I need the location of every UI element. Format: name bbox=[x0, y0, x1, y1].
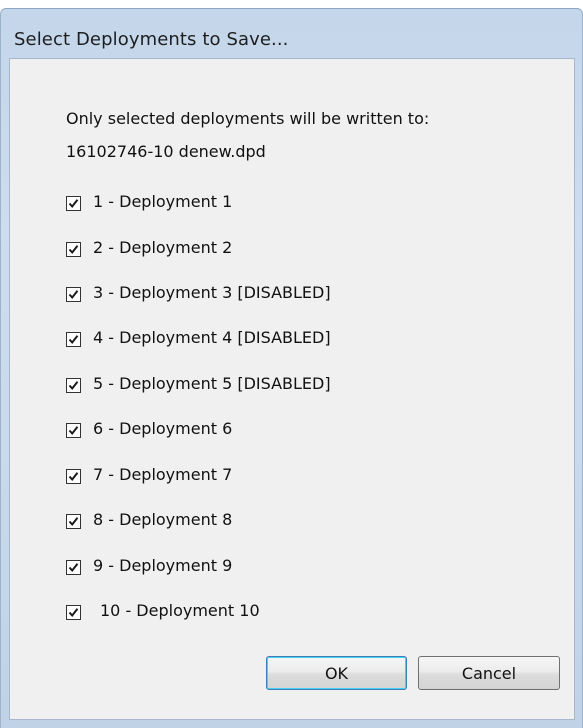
file-name-label: 16102746-10 denew.dpd bbox=[66, 142, 266, 161]
deployment-option-7[interactable]: 7 - Deployment 7 bbox=[66, 465, 466, 490]
checkbox[interactable] bbox=[66, 332, 81, 347]
checkbox[interactable] bbox=[66, 605, 81, 620]
deployment-label: 6 - Deployment 6 bbox=[93, 419, 233, 438]
checkmark-icon bbox=[68, 472, 79, 482]
checkmark-icon bbox=[68, 381, 79, 391]
deployment-option-9[interactable]: 9 - Deployment 9 bbox=[66, 556, 466, 581]
dialog-window: Select Deployments to Save... Only selec… bbox=[0, 8, 583, 728]
checkmark-icon bbox=[68, 245, 79, 255]
deployment-label: 7 - Deployment 7 bbox=[93, 465, 233, 484]
checkmark-icon bbox=[68, 517, 79, 527]
checkbox[interactable] bbox=[66, 469, 81, 484]
deployment-label: 9 - Deployment 9 bbox=[93, 556, 233, 575]
deployment-label: 1 - Deployment 1 bbox=[93, 192, 233, 211]
cancel-button[interactable]: Cancel bbox=[418, 656, 560, 690]
deployment-option-2[interactable]: 2 - Deployment 2 bbox=[66, 238, 466, 263]
checkmark-icon bbox=[68, 608, 79, 618]
checkmark-icon bbox=[68, 290, 79, 300]
dialog-body: Only selected deployments will be writte… bbox=[9, 58, 575, 720]
deployment-option-8[interactable]: 8 - Deployment 8 bbox=[66, 510, 466, 535]
checkbox[interactable] bbox=[66, 287, 81, 302]
message-line-1: Only selected deployments will be writte… bbox=[66, 109, 430, 128]
deployment-label: 3 - Deployment 3 [DISABLED] bbox=[93, 283, 331, 302]
deployment-label: 2 - Deployment 2 bbox=[93, 238, 233, 257]
checkbox[interactable] bbox=[66, 560, 81, 575]
checkmark-icon bbox=[68, 426, 79, 436]
checkmark-icon bbox=[68, 563, 79, 573]
deployment-label: 4 - Deployment 4 [DISABLED] bbox=[93, 328, 331, 347]
dialog-title: Select Deployments to Save... bbox=[14, 29, 289, 50]
deployment-label: 8 - Deployment 8 bbox=[93, 510, 233, 529]
ok-button[interactable]: OK bbox=[266, 656, 407, 690]
checkbox[interactable] bbox=[66, 514, 81, 529]
deployment-option-3[interactable]: 3 - Deployment 3 [DISABLED] bbox=[66, 283, 466, 308]
deployment-option-6[interactable]: 6 - Deployment 6 bbox=[66, 419, 466, 444]
checkbox[interactable] bbox=[66, 196, 81, 211]
deployment-label: 5 - Deployment 5 [DISABLED] bbox=[93, 374, 331, 393]
checkbox[interactable] bbox=[66, 378, 81, 393]
checkmark-icon bbox=[68, 335, 79, 345]
deployment-option-5[interactable]: 5 - Deployment 5 [DISABLED] bbox=[66, 374, 466, 399]
checkbox[interactable] bbox=[66, 423, 81, 438]
deployment-label: 10 - Deployment 10 bbox=[100, 601, 260, 620]
desktop-strip bbox=[0, 0, 583, 8]
deployment-option-1[interactable]: 1 - Deployment 1 bbox=[66, 192, 466, 217]
deployment-option-10[interactable]: 10 - Deployment 10 bbox=[66, 601, 466, 626]
checkmark-icon bbox=[68, 199, 79, 209]
checkbox[interactable] bbox=[66, 242, 81, 257]
deployment-option-4[interactable]: 4 - Deployment 4 [DISABLED] bbox=[66, 328, 466, 353]
